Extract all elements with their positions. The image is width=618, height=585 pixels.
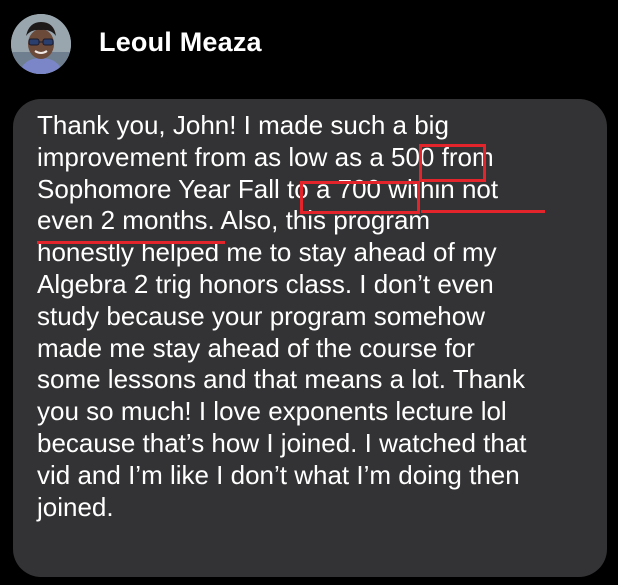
highlight-box-to-a-700 bbox=[300, 181, 420, 214]
message-line: you so much! I love exponents lecture lo… bbox=[37, 396, 507, 427]
message-line: Thank you, John! I made such a big bbox=[37, 110, 449, 140]
message-line: vid and I’m like I don’t what I’m doing … bbox=[37, 459, 520, 490]
sender-name[interactable]: Leoul Meaza bbox=[99, 27, 262, 58]
message-line: Algebra 2 trig honors class. I don’t eve… bbox=[37, 268, 494, 299]
message-line: study because your program somehow bbox=[37, 300, 486, 331]
avatar[interactable] bbox=[11, 14, 71, 74]
message-text: Thank you, John! I made such a big impro… bbox=[37, 110, 607, 523]
message-line: some lessons and that means a lot. Thank bbox=[37, 364, 526, 395]
underline-even-2-months bbox=[37, 241, 225, 244]
message-line: joined. bbox=[37, 491, 114, 522]
message-header: Leoul Meaza bbox=[0, 0, 618, 90]
message-line: because that’s how I joined. I watched t… bbox=[37, 427, 527, 458]
underline-within-not bbox=[421, 210, 545, 213]
avatar-photo-icon bbox=[11, 14, 71, 74]
message-line: made me stay ahead of the course for bbox=[37, 332, 475, 363]
message-line: improvement from as low as a 500 from bbox=[37, 141, 494, 172]
highlight-box-500 bbox=[419, 144, 486, 182]
